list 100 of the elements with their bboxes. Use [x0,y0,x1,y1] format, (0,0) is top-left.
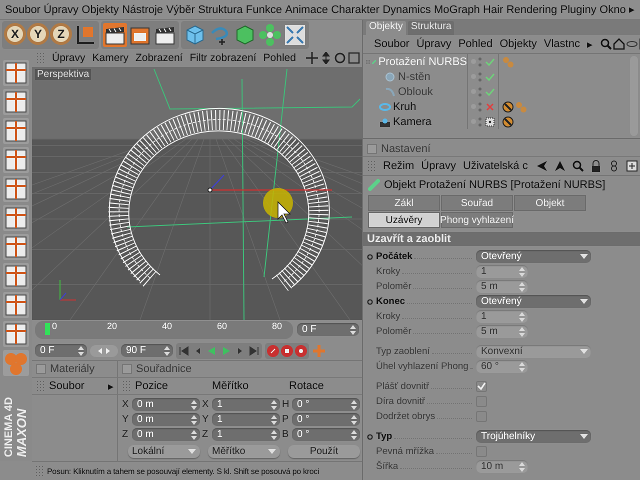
menu-item[interactable]: Kamery [92,52,128,64]
zoom-arrows-icon[interactable] [320,52,332,64]
menu-item[interactable]: Objekty [80,4,120,16]
coordinate-field[interactable]: 1 [212,428,280,442]
home-icon[interactable] [612,38,625,50]
coordinate-field[interactable]: 0 m [132,428,200,442]
range-slider-icon[interactable] [90,344,118,357]
menu-item[interactable]: Soubor [374,38,410,50]
search-icon[interactable] [572,160,584,172]
drag-handle-icon[interactable] [367,160,376,172]
menu-item[interactable]: MoGraph [433,4,481,16]
coordinate-field[interactable]: 0 ° [292,413,360,426]
menu-item[interactable]: Režim [383,160,414,172]
dropdown[interactable]: Otevřený [476,295,591,308]
menu-item[interactable]: Úpravy [416,38,452,50]
grid-icon[interactable] [3,234,29,260]
display-tag-icon[interactable] [502,100,514,112]
lock-icon[interactable] [590,160,602,172]
drag-handle-icon[interactable] [36,52,45,64]
submenu-arrow[interactable]: ▸ [108,380,117,393]
object-name[interactable]: Kamera [393,116,432,128]
menu-item[interactable]: Úpravy [421,160,456,172]
back-arrow-icon[interactable] [536,160,548,172]
viewport[interactable]: Perspektiva [32,66,362,319]
coordinate-field[interactable]: 0 m [132,413,200,426]
visibility-dots-icon[interactable] [478,116,482,126]
coordinate-field[interactable]: 0 m [132,398,200,412]
grid-icon[interactable] [3,205,29,231]
drag-handle-icon[interactable] [35,465,44,477]
cloner-icon[interactable] [258,23,282,47]
menu-item[interactable]: Rendering [505,4,558,16]
axis-lock-button[interactable]: X [4,23,26,45]
skip-to-end-icon[interactable] [247,344,261,358]
menu-item[interactable]: Pohled [263,52,296,64]
dropdown[interactable]: Trojúhelníky [476,430,591,443]
menu-item[interactable]: Soubor [4,4,42,16]
menu-item[interactable]: Animace [284,4,329,16]
coordinate-field[interactable]: 0 ° [292,428,360,442]
grid-icon[interactable] [3,176,29,202]
start-frame-field[interactable]: 0 F [35,344,87,358]
apply-button[interactable]: Použít [288,445,360,458]
eye-icon[interactable] [626,38,638,50]
end-frame-field[interactable]: 90 F [121,344,173,358]
menu-item[interactable]: Vlastnc [544,38,580,50]
menu-item[interactable]: Úpravy [42,4,80,16]
visibility-dots-icon[interactable] [478,102,482,112]
new-panel-icon[interactable] [626,160,638,172]
move-icon[interactable] [306,52,318,64]
more-menu-arrow[interactable]: ▸ [586,38,593,50]
object-name[interactable]: Kruh [393,100,416,112]
clapperboard-icon[interactable] [103,23,127,47]
menu-item[interactable]: Nástroje [121,4,164,16]
axis-lock-button[interactable]: Y [27,23,49,45]
coordinate-field[interactable]: 0 ° [292,398,360,412]
search-icon[interactable] [600,38,612,50]
menu-item[interactable]: Funkce [244,4,283,16]
menu-item[interactable]: Zobrazení [135,52,183,64]
animation-dot-icon[interactable] [367,434,373,440]
visibility-dots-icon[interactable] [478,72,482,82]
menu-item[interactable]: Charakter [330,4,380,16]
check-icon[interactable] [484,56,496,68]
panel-tab[interactable]: Struktura [408,21,454,35]
attribute-tab[interactable]: Phong vyhlazení [441,212,513,228]
menu-item[interactable]: Výběr [165,4,196,16]
menu-item[interactable]: Objekty [500,38,537,50]
panel-tab[interactable]: Objekty [366,21,406,35]
menu-item[interactable]: Soubor [49,380,84,392]
skip-to-start-icon[interactable] [177,344,191,358]
record-key-icon[interactable] [266,344,280,358]
up-arrow-icon[interactable] [554,160,566,172]
menu-item[interactable]: Uživatelská c [463,160,528,172]
coordinate-field[interactable]: 1 [212,398,280,412]
attribute-tab[interactable]: Souřad [441,195,513,211]
display-tag-icon[interactable] [502,116,514,128]
attribute-tab[interactable]: Objekt [514,195,586,211]
rotate-icon[interactable] [334,52,346,64]
drag-handle-icon[interactable] [122,380,131,392]
menu-item[interactable]: Okno [598,4,627,16]
panel-checkbox[interactable] [122,364,132,374]
layout-grid-icon[interactable] [3,60,29,86]
dropdown[interactable]: Otevřený [476,250,591,263]
menu-item[interactable]: Úpravy [52,52,86,64]
frame-field[interactable]: 0 F [297,323,359,336]
animation-dot-icon[interactable] [367,254,373,260]
timeline-ruler[interactable]: 0 20 40 60 80 [35,320,293,339]
playhead[interactable] [45,322,50,335]
axis-lock-button[interactable]: Z [50,23,72,45]
drag-handle-icon[interactable] [36,380,45,392]
coordinate-field[interactable]: 1 [212,413,280,426]
dotted-square-icon[interactable] [484,116,496,128]
menu-item[interactable]: Struktura [197,4,244,16]
panel-checkbox[interactable] [36,364,46,374]
expand-arrows-icon[interactable] [283,23,307,47]
animation-dot-icon[interactable] [367,298,373,304]
visibility-dots-icon[interactable] [478,86,482,96]
more-menu-arrow[interactable]: ▸ [628,3,636,16]
scale-mode-dropdown[interactable]: Měřítko [208,445,280,458]
grid-icon[interactable] [3,263,29,289]
attribute-tab[interactable]: Uzávěry [368,212,440,228]
object-name[interactable]: Protažení NURBS [378,56,467,68]
